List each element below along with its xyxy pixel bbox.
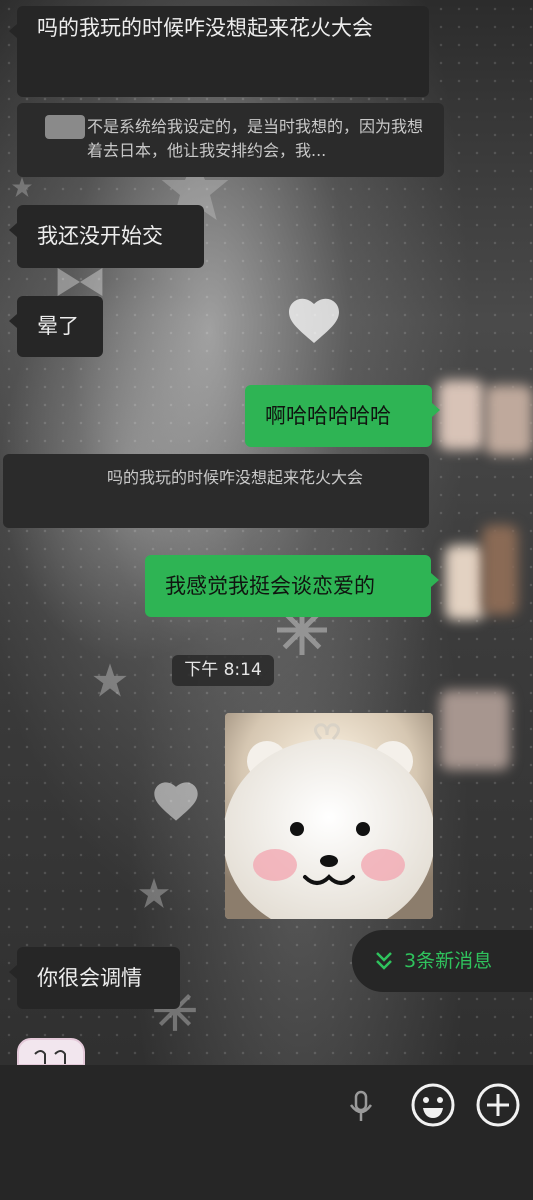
star-icon (12, 177, 32, 197)
blurred-avatar (482, 525, 518, 615)
message-bubble-incoming[interactable]: 你很会调情 (9, 947, 180, 1009)
message-timestamp: 下午 8:14 (172, 655, 274, 686)
blurred-avatar (438, 380, 484, 450)
message-text: 我还没开始交 (37, 224, 163, 248)
sticker-face (34, 1050, 66, 1064)
star-icon (93, 663, 127, 697)
sticker-message[interactable] (17, 1038, 85, 1066)
message-text: 晕了 (37, 314, 79, 338)
quoted-message[interactable]: 不是系统给我设定的，是当时我想的，因为我想着去日本，他让我安排约会，我... (17, 103, 444, 177)
chat-input-bar (0, 1065, 533, 1200)
blurred-avatar (440, 690, 510, 770)
message-bubble-incoming[interactable]: 晕了 (9, 296, 103, 357)
quoted-message[interactable]: 吗的我玩的时候咋没想起来花火大会 (3, 454, 429, 528)
message-bubble-outgoing[interactable]: 我感觉我挺会谈恋爱的 (145, 555, 439, 617)
double-chevron-down-icon (376, 952, 392, 970)
blurred-avatar (445, 545, 485, 620)
blurred-avatar (485, 385, 533, 455)
heart-icon (154, 782, 198, 821)
new-messages-button[interactable]: 3条新消息 (352, 930, 533, 992)
microphone-icon[interactable] (348, 1090, 374, 1124)
message-text: 我感觉我挺会谈恋爱的 (165, 574, 375, 598)
quoted-text: 不是系统给我设定的，是当时我想的，因为我想着去日本，他让我安排约会，我... (87, 117, 424, 160)
star-icon (139, 878, 169, 908)
message-bubble-incoming[interactable]: 我还没开始交 (9, 205, 204, 268)
plus-icon[interactable] (475, 1082, 521, 1128)
message-text: 你很会调情 (37, 966, 142, 990)
message-text: 吗的我玩的时候咋没想起来花火大会 (37, 16, 373, 40)
message-bubble-outgoing[interactable]: 啊哈哈哈哈哈 (245, 385, 440, 447)
image-message[interactable] (225, 713, 433, 919)
message-text: 啊哈哈哈哈哈 (265, 404, 391, 428)
quoted-text: 吗的我玩的时候咋没想起来花火大会 (107, 468, 364, 487)
quoted-sender-avatar (45, 115, 85, 139)
emoji-icon[interactable] (410, 1082, 456, 1128)
bear-plush-photo (225, 713, 433, 919)
message-bubble-incoming[interactable]: 吗的我玩的时候咋没想起来花火大会 (9, 6, 429, 97)
heart-icon (289, 298, 339, 343)
new-messages-label: 3条新消息 (404, 950, 493, 972)
